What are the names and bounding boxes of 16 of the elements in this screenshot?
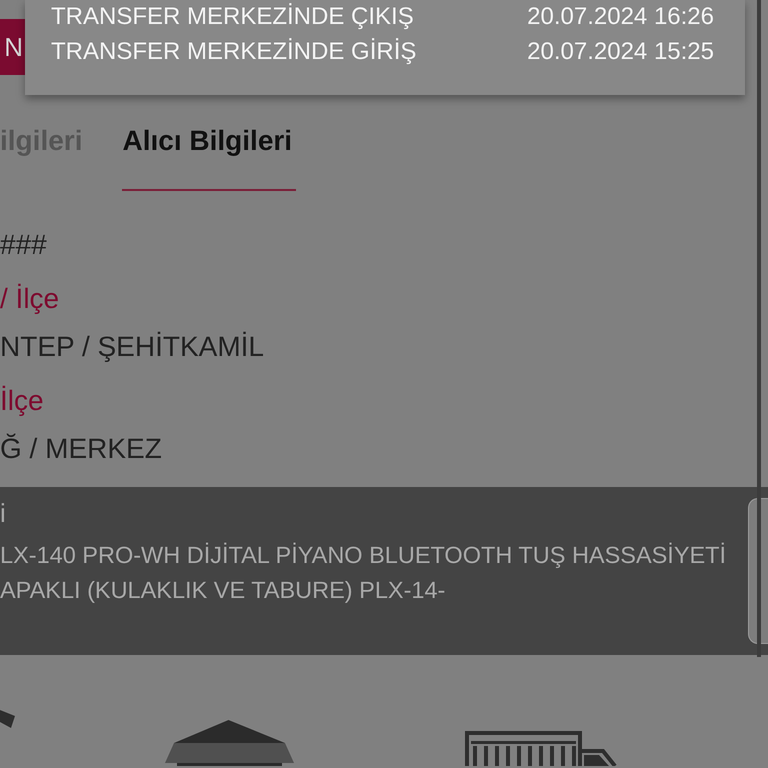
tab[interactable]: Alıcı Bilgileri: [122, 124, 296, 191]
warehouse-icon: [165, 720, 294, 766]
side-button[interactable]: N: [0, 19, 25, 75]
product-description: LX-140 PRO-WH DİJİTAL PİYANO BLUETOOTH TUŞ HASSASİYETİ APAKLI (KULAKLIK VE TABURE) PLX-14-: [0, 541, 726, 605]
field-label: İlçe: [0, 384, 44, 418]
field-label: / İlçe: [0, 282, 60, 316]
field-value: NTEP / ŞEHİTKAMİL: [0, 330, 264, 364]
field-value: ###: [0, 228, 47, 262]
field-value: Ğ / MERKEZ: [0, 432, 162, 466]
event-status: TRANSFER MERKEZİNDE GİRİŞ: [51, 37, 416, 67]
truck-icon: [465, 731, 617, 766]
event-time: 20.07.2024 16:26: [527, 2, 714, 32]
bar-icon: [0, 710, 15, 728]
section-title: i: [0, 497, 6, 529]
event-time: 20.07.2024 15:25: [527, 37, 714, 67]
event-status: TRANSFER MERKEZİNDE ÇIKIŞ: [51, 2, 414, 32]
